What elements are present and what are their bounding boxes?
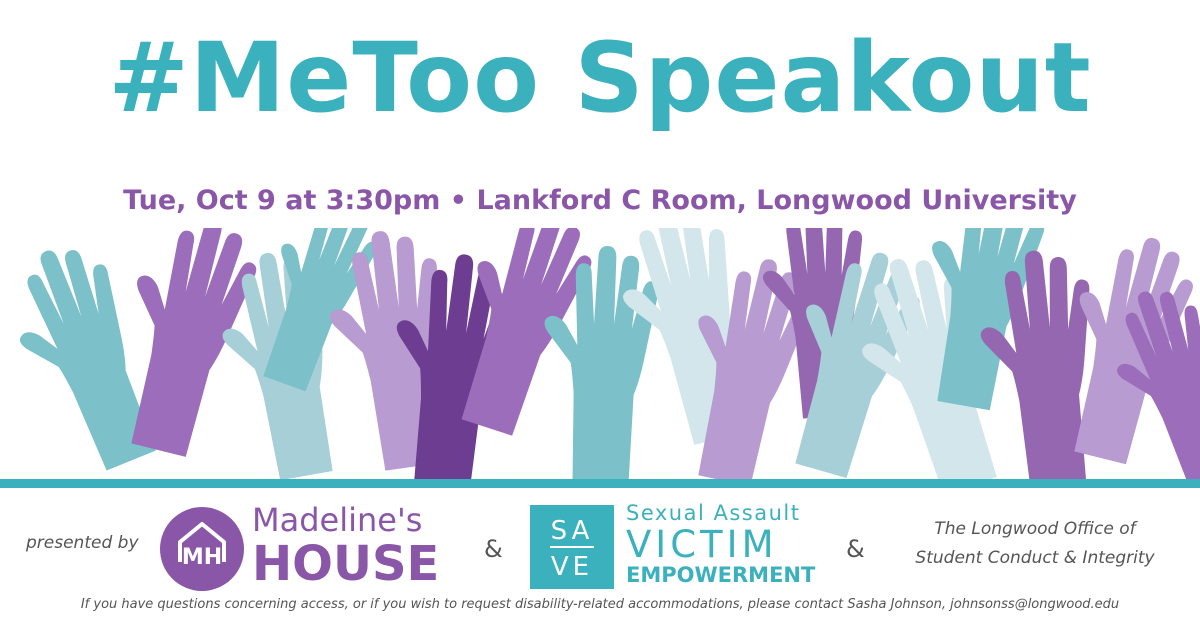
save-logo-bottom: VE bbox=[551, 552, 593, 582]
save-sexual-assault: Sexual Assault bbox=[626, 501, 801, 525]
event-title: #MeToo Speakout bbox=[108, 22, 1092, 134]
event-date-location: Tue, Oct 9 at 3:30pm • Lankford C Room, … bbox=[123, 185, 1077, 216]
office-line-2: Student Conduct & Integrity bbox=[915, 548, 1155, 568]
ampersand-1: & bbox=[484, 535, 503, 563]
accessibility-note: If you have questions concerning access,… bbox=[80, 597, 1120, 612]
divider-bar bbox=[0, 479, 1200, 488]
save-empowerment: EMPOWERMENT bbox=[626, 563, 816, 587]
madelines-house-house: HOUSE bbox=[252, 536, 440, 592]
madelines-house-name: Madeline's bbox=[252, 501, 423, 539]
raised-hands-illustration bbox=[19, 228, 1200, 486]
office-sponsor: The Longwood Office of Student Conduct &… bbox=[890, 515, 1180, 573]
office-line-1: The Longwood Office of bbox=[934, 519, 1136, 539]
presented-by-label: presented by bbox=[26, 533, 139, 553]
event-flyer: #MeToo Speakout Tue, Oct 9 at 3:30pm • L… bbox=[0, 0, 1200, 629]
madelines-house-logo-letters: MH bbox=[182, 545, 222, 570]
save-logo-top: SA bbox=[551, 516, 594, 546]
save-logo-icon: SA VE bbox=[530, 505, 614, 589]
ampersand-2: & bbox=[846, 535, 865, 563]
save-victim: VICTIM bbox=[626, 523, 778, 566]
